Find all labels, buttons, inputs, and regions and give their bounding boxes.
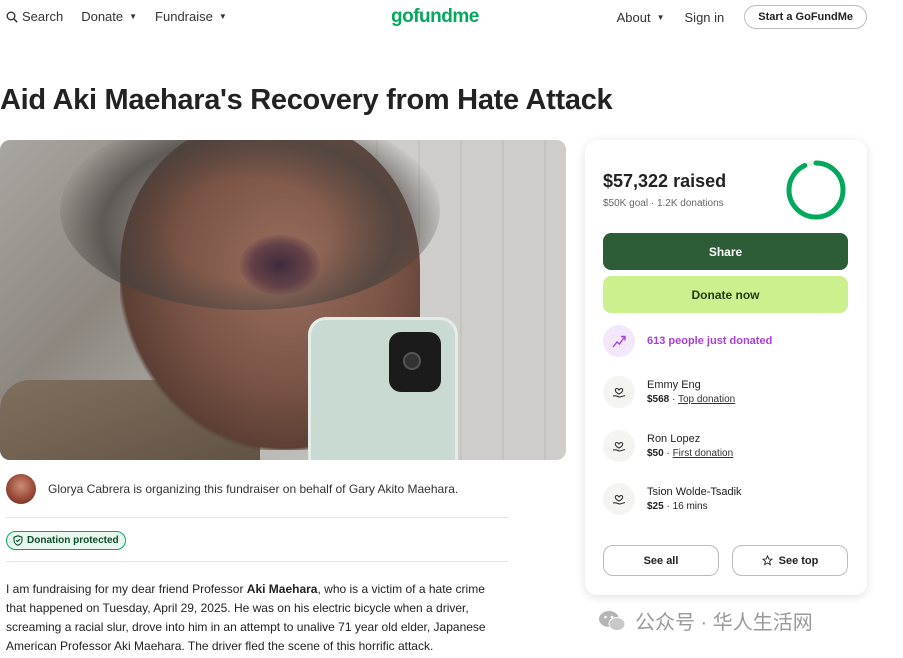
meta-separator: · xyxy=(663,501,673,512)
donor-amount: $25 xyxy=(647,501,664,512)
first-donation-link[interactable]: First donation xyxy=(673,448,734,459)
donation-card: $57,322 raised $50K goal · 1.2K donation… xyxy=(585,140,867,595)
goal-text: $50K goal xyxy=(603,198,649,209)
amount-raised: $57,322 raised xyxy=(603,171,727,191)
chevron-down-icon: ▼ xyxy=(218,12,227,21)
donor-detail: $50 · First donation xyxy=(647,448,733,459)
heart-hand-icon xyxy=(603,430,635,462)
badge-label: Donation protected xyxy=(27,535,119,546)
progress-ring-fill xyxy=(786,160,846,220)
list-item: Ron Lopez $50 · First donation xyxy=(603,430,733,462)
donation-time: 16 mins xyxy=(672,501,708,512)
avatar[interactable] xyxy=(6,474,36,504)
donor-name: Tsion Wolde-Tsadik xyxy=(647,486,742,498)
donate-menu[interactable]: Donate ▼ xyxy=(81,9,137,24)
donor-amount: $50 xyxy=(647,448,664,459)
donate-label: Donate xyxy=(81,9,124,24)
photo-phone-camera xyxy=(389,332,441,392)
meta-separator: · xyxy=(663,448,673,459)
meta-separator: · xyxy=(669,394,678,405)
page-title: Aid Aki Maehara's Recovery from Hate Att… xyxy=(0,84,613,116)
nav-right: About ▼ Sign in Start a GoFundMe xyxy=(617,5,867,29)
see-all-label: See all xyxy=(643,554,679,567)
chevron-down-icon: ▼ xyxy=(656,12,665,22)
story-name: Aki Maehara xyxy=(246,582,318,596)
star-icon xyxy=(761,555,773,566)
divider xyxy=(6,561,508,562)
watermark: 公众号 · 华人生活网 xyxy=(597,606,813,635)
photo-phone xyxy=(308,317,458,460)
donor-name: Emmy Eng xyxy=(647,379,701,391)
story-text: I am fundraising for my dear friend Prof… xyxy=(6,580,506,656)
hero-photo xyxy=(0,140,566,460)
donor-amount: $568 xyxy=(647,394,670,405)
donate-now-button[interactable]: Donate now xyxy=(603,276,848,313)
about-label: About xyxy=(616,9,651,25)
shield-icon xyxy=(13,535,23,546)
list-item: Tsion Wolde-Tsadik $25 · 16 mins xyxy=(603,483,742,515)
donor-name: Ron Lopez xyxy=(647,433,701,445)
trending-up-icon xyxy=(603,325,635,357)
heart-hand-icon xyxy=(603,376,635,408)
see-all-button[interactable]: See all xyxy=(603,545,719,576)
see-top-button[interactable]: See top xyxy=(732,545,848,576)
chevron-down-icon: ▼ xyxy=(129,12,138,21)
recent-donations-row: 613 people just donated xyxy=(603,325,772,357)
nav-left: Search Donate ▼ Fundraise ▼ xyxy=(6,9,227,24)
donor-info: Tsion Wolde-Tsadik $25 · 16 mins xyxy=(647,486,742,512)
donor-info: Ron Lopez $50 · First donation xyxy=(647,433,733,459)
about-menu[interactable]: About ▼ xyxy=(617,10,665,25)
watermark-text: 公众号 · 华人生活网 xyxy=(635,612,813,634)
share-button[interactable]: Share xyxy=(603,233,848,270)
donor-detail: $25 · 16 mins xyxy=(647,501,742,512)
fundraise-menu[interactable]: Fundraise ▼ xyxy=(155,9,227,24)
start-gofundme-button[interactable]: Start a GoFundMe xyxy=(744,5,867,29)
fundraise-label: Fundraise xyxy=(155,9,213,24)
goal-meta: $50K goal · 1.2K donations xyxy=(603,198,724,209)
top-nav: Search Donate ▼ Fundraise ▼ gofundme Abo… xyxy=(0,0,903,34)
organizer-row: Glorya Cabrera is organizing this fundra… xyxy=(6,474,458,504)
organizer-text: Glorya Cabrera is organizing this fundra… xyxy=(48,482,459,496)
recent-donations-text: 613 people just donated xyxy=(647,335,773,347)
donation-protected-badge[interactable]: Donation protected xyxy=(6,531,126,550)
heart-hand-icon xyxy=(603,483,635,515)
top-donation-link[interactable]: Top donation xyxy=(678,394,735,405)
card-actions: See all See top xyxy=(603,545,848,576)
search-icon xyxy=(6,11,18,23)
wechat-icon xyxy=(599,610,626,631)
photo-bruise xyxy=(240,235,320,295)
story-part-1: I am fundraising for my dear friend Prof… xyxy=(6,582,247,596)
progress-ring xyxy=(786,160,846,220)
donor-detail: $568 · Top donation xyxy=(647,394,735,405)
divider xyxy=(6,517,508,518)
gofundme-logo[interactable]: gofundme xyxy=(391,6,479,28)
search-link[interactable]: Search xyxy=(6,9,63,24)
donations-count: 1.2K donations xyxy=(656,198,724,209)
see-top-label: See top xyxy=(778,554,819,567)
list-item: Emmy Eng $568 · Top donation xyxy=(603,376,735,408)
signin-link[interactable]: Sign in xyxy=(685,10,725,25)
donor-info: Emmy Eng $568 · Top donation xyxy=(647,379,735,405)
search-label: Search xyxy=(22,9,64,24)
